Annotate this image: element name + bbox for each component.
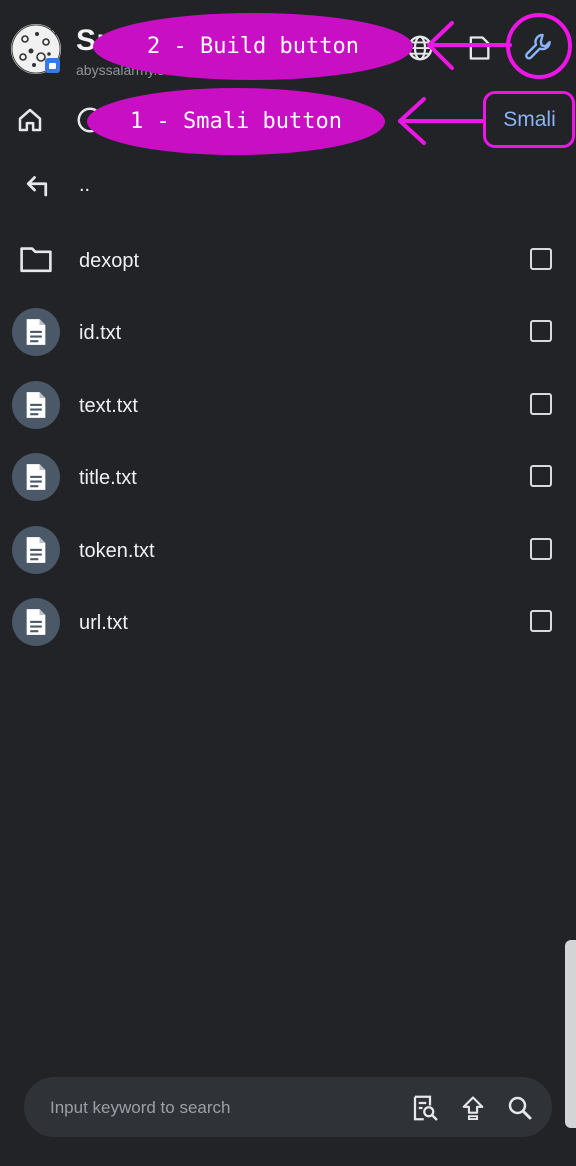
search-icon [508, 1096, 532, 1120]
list-item[interactable]: token.txt [0, 514, 576, 586]
parent-directory-row[interactable]: .. [0, 150, 576, 222]
list-item[interactable]: title.txt [0, 441, 576, 513]
list-item[interactable]: dexopt [0, 224, 576, 296]
search-button[interactable] [503, 1091, 537, 1125]
document-icon [26, 464, 46, 490]
list-item[interactable]: text.txt [0, 369, 576, 441]
document-icon [26, 319, 46, 345]
search-input[interactable] [48, 1095, 392, 1121]
search-bar [24, 1077, 552, 1137]
build-highlight-circle [506, 13, 572, 79]
list-item-name: title.txt [79, 467, 137, 489]
list-item-name: url.txt [79, 612, 128, 634]
document-icon [26, 392, 46, 418]
select-checkbox[interactable] [530, 393, 552, 415]
list-item-name: token.txt [79, 540, 155, 562]
smali-highlight-box [483, 91, 575, 148]
file-icon-badge [12, 381, 60, 429]
select-checkbox[interactable] [530, 465, 552, 487]
file-icon-badge [12, 453, 60, 501]
file-search-icon [413, 1095, 438, 1121]
folder-icon [20, 247, 52, 273]
parent-directory-label: .. [79, 174, 91, 196]
file-icon-badge [12, 526, 60, 574]
list-item-name: dexopt [79, 250, 140, 272]
select-checkbox[interactable] [530, 610, 552, 632]
file-icon-badge [12, 598, 60, 646]
list-item[interactable]: url.txt [0, 586, 576, 658]
search-in-files-button[interactable] [408, 1091, 442, 1125]
select-checkbox[interactable] [530, 248, 552, 270]
file-icon-badge [12, 308, 60, 356]
list-item-name: id.txt [79, 322, 122, 344]
list-item-name: text.txt [79, 395, 138, 417]
case-toggle-button[interactable] [456, 1091, 490, 1125]
document-icon [26, 609, 46, 635]
back-arrow-icon [26, 176, 48, 197]
select-checkbox[interactable] [530, 538, 552, 560]
list-item[interactable]: id.txt [0, 296, 576, 368]
select-checkbox[interactable] [530, 320, 552, 342]
shift-arrow-icon [462, 1096, 484, 1121]
document-icon [26, 537, 46, 563]
scrollbar-thumb[interactable] [565, 940, 576, 1128]
